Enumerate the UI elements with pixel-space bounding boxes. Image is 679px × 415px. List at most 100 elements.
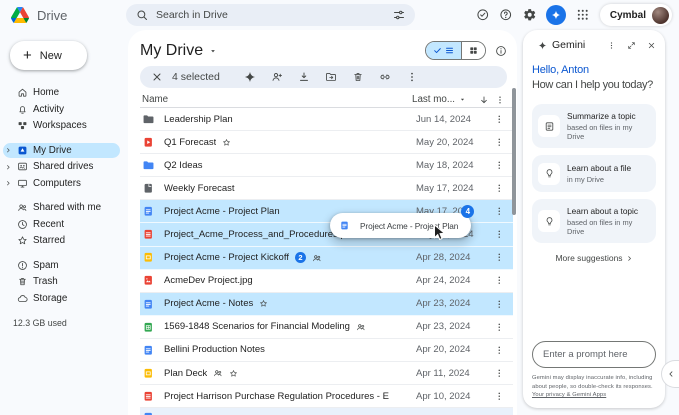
sort-direction-icon[interactable] (476, 95, 492, 105)
drag-preview: Project Acme - Project Plan 4 (330, 213, 471, 238)
file-row-project-acme-notes[interactable]: Project Acme - Notes Apr 23, 2024 (140, 293, 513, 316)
more-options-icon[interactable] (492, 275, 507, 286)
more-options-icon[interactable] (492, 229, 507, 240)
account-chip[interactable]: Cymbal (600, 4, 672, 26)
chevron-right-icon[interactable] (4, 164, 12, 171)
more-options-icon[interactable] (492, 160, 507, 171)
file-row-q1-forecast[interactable]: Q1 ForecastMay 20, 2024 (140, 131, 513, 154)
sidebar-item-spam[interactable]: Spam (3, 258, 120, 274)
comment-count-badge: 2 (295, 252, 306, 263)
person-add-icon[interactable] (271, 71, 283, 83)
sidebar-item-my-drive[interactable]: My Drive (3, 143, 120, 159)
offline-status-icon[interactable] (476, 8, 490, 22)
more-vert-icon[interactable] (406, 71, 418, 83)
search-filters-icon[interactable] (393, 9, 405, 21)
file-modified-date: Apr 23, 2024 (416, 321, 492, 332)
avatar[interactable] (652, 7, 669, 24)
spam-icon (16, 260, 29, 271)
file-row-leadership-plan[interactable]: Leadership PlanJun 14, 2024 (140, 108, 513, 131)
download-icon[interactable] (298, 71, 310, 83)
sparkle-icon[interactable] (244, 71, 256, 83)
file-row-plan-deck[interactable]: Plan DeckApr 11, 2024 (140, 362, 513, 385)
details-icon[interactable] (495, 45, 507, 57)
list-view-button[interactable] (426, 42, 461, 59)
file-row-project-acme-project-kickoff[interactable]: Project Acme - Project Kickoff2Apr 28, 2… (140, 247, 513, 270)
suggestion-card-learn-about-a-topic[interactable]: Learn about a topicbased on files in my … (532, 199, 656, 243)
column-name[interactable]: Name (140, 94, 412, 105)
slides-file-icon (142, 367, 156, 380)
suggestion-card-summarize-a-topic[interactable]: Summarize a topicbased on files in my Dr… (532, 104, 656, 148)
prompt-input[interactable]: Enter a prompt here (532, 341, 656, 368)
sidebar: + New Home ActivityWorkspaces My Drive Shar… (0, 30, 127, 415)
sidebar-item-trash[interactable]: Trash (3, 274, 120, 290)
file-name: Project Acme - Notes (164, 298, 253, 309)
more-options-icon[interactable] (492, 95, 507, 105)
more-options-icon[interactable] (492, 322, 507, 333)
search-icon (136, 9, 148, 21)
suggestion-title: Summarize a topic (567, 111, 650, 121)
new-button[interactable]: + New (10, 41, 87, 70)
sidebar-item-storage[interactable]: Storage (3, 291, 120, 307)
chevron-right-icon[interactable] (4, 180, 12, 187)
column-modified[interactable]: Last mo... (412, 94, 476, 105)
search-input[interactable]: Search in Drive (156, 9, 385, 21)
suggestion-card-learn-about-a-file[interactable]: Learn about a filein my Drive (532, 155, 656, 192)
link-icon[interactable] (379, 71, 391, 83)
gemini-more-icon[interactable] (607, 41, 616, 50)
file-modified-date: Apr 23, 2024 (416, 298, 492, 309)
page-title[interactable]: My Drive (140, 42, 217, 60)
more-options-icon[interactable] (492, 183, 507, 194)
file-name: 1569-1848 Scenarios for Financial Modeli… (164, 321, 350, 332)
chevron-right-icon[interactable] (4, 147, 12, 154)
file-row-project-harrison-purchase-regu[interactable]: Project Harrison Purchase Regulation Pro… (140, 385, 513, 408)
expand-panel-icon[interactable] (627, 41, 636, 50)
file-modified-date: May 20, 2024 (416, 137, 492, 148)
close-panel-icon[interactable] (647, 41, 656, 50)
more-options-icon[interactable] (492, 391, 507, 402)
lightbulb-icon (538, 210, 560, 232)
sidebar-item-recent[interactable]: Recent (3, 217, 120, 233)
file-row-bellini-production-notes[interactable]: Bellini Production NotesApr 20, 2024 (140, 339, 513, 362)
help-icon[interactable] (499, 8, 513, 22)
sidebar-item-shared-with-me[interactable]: Shared with me (3, 200, 120, 216)
search-bar[interactable]: Search in Drive (126, 4, 415, 26)
sidebar-item-computers[interactable]: Computers (3, 176, 120, 192)
sidebar-item-workspaces[interactable]: Workspaces (3, 118, 120, 134)
more-options-icon[interactable] (492, 368, 507, 379)
trash-icon[interactable] (352, 71, 364, 83)
docs-file-icon (142, 205, 156, 218)
apps-grid-icon[interactable] (576, 8, 590, 22)
file-row-weekly-forecast[interactable]: Weekly ForecastMay 17, 2024 (140, 177, 513, 200)
sidebar-item-label: Shared drives (33, 161, 93, 172)
file-name: AcmeDev Project.jpg (164, 275, 253, 286)
clear-selection-icon[interactable] (151, 71, 163, 83)
more-options-icon[interactable] (492, 252, 507, 263)
scrollbar[interactable] (512, 88, 516, 215)
folder-move-icon[interactable] (325, 71, 337, 83)
more-suggestions-link[interactable]: More suggestions (532, 253, 656, 263)
file-row-1569-1848-scenarios-for-financ[interactable]: 1569-1848 Scenarios for Financial Modeli… (140, 316, 513, 339)
sidebar-item-starred[interactable]: Starred (3, 233, 120, 249)
file-row-partial[interactable] (140, 408, 513, 415)
file-name: Plan Deck (164, 368, 207, 379)
app-title: Drive (37, 8, 67, 23)
chevron-left-icon (667, 370, 675, 378)
grid-view-button[interactable] (461, 42, 485, 59)
more-options-icon[interactable] (492, 137, 507, 148)
sidebar-item-activity[interactable]: Activity (3, 102, 120, 118)
sidebar-item-label: Home (33, 87, 59, 98)
sidebar-item-home[interactable]: Home (3, 85, 120, 101)
clock-icon (16, 219, 29, 230)
more-options-icon[interactable] (492, 345, 507, 356)
file-row-q2-ideas[interactable]: Q2 IdeasMay 18, 2024 (140, 154, 513, 177)
sidebar-item-shared-drives[interactable]: Shared drives (3, 159, 120, 175)
file-row-acmedev-project-jpg[interactable]: AcmeDev Project.jpgApr 24, 2024 (140, 270, 513, 293)
gemini-badge-icon[interactable] (546, 5, 566, 25)
more-options-icon[interactable] (492, 299, 507, 310)
privacy-link[interactable]: Your privacy & Gemini Apps (532, 392, 606, 398)
gemini-greeting: Hello, Anton (532, 64, 656, 76)
gemini-disclaimer: Gemini may display inaccurate info, incl… (532, 374, 656, 400)
more-options-icon[interactable] (492, 206, 507, 217)
settings-icon[interactable] (523, 8, 537, 22)
more-options-icon[interactable] (492, 114, 507, 125)
